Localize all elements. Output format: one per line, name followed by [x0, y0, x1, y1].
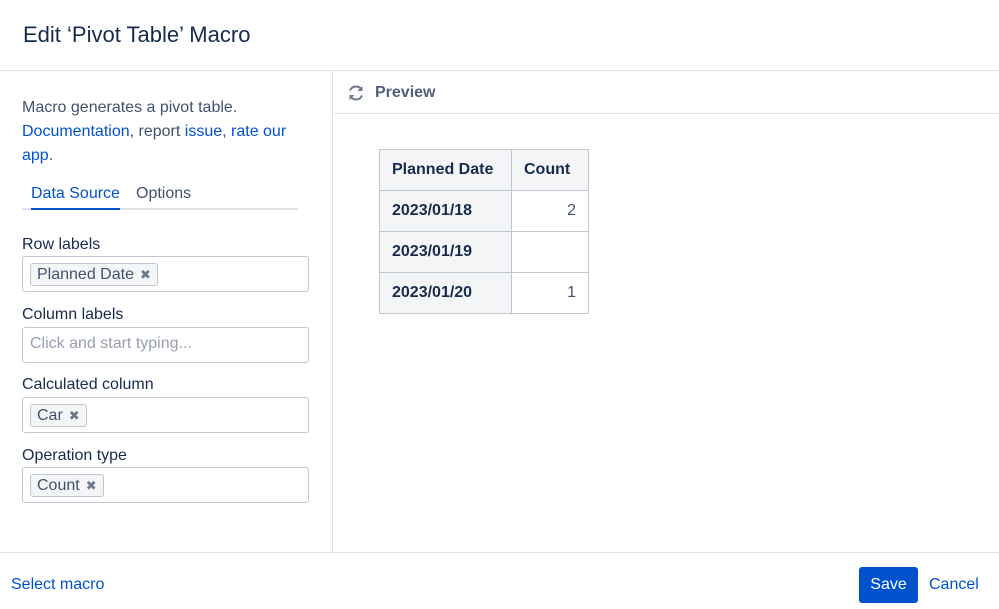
description-end: . — [48, 147, 54, 164]
dialog-title: Edit ‘Pivot Table’ Macro — [23, 22, 251, 47]
chip-remove-icon[interactable]: ✖ — [69, 405, 80, 426]
row-count: 2 — [511, 190, 589, 232]
header-count: Count — [511, 149, 589, 191]
report-issue-link[interactable]: issue — [185, 123, 222, 140]
table-header-row: Planned Date Count — [379, 149, 589, 191]
refresh-icon[interactable] — [346, 83, 366, 103]
description-separator: , report — [129, 123, 185, 140]
row-count: 1 — [511, 272, 589, 314]
dialog-footer: Select macro Save Cancel — [0, 552, 999, 609]
row-date: 2023/01/18 — [379, 190, 512, 232]
sidebar: Macro generates a pivot table. Documenta… — [0, 71, 333, 552]
row-date: 2023/01/19 — [379, 231, 512, 273]
tab-data-source[interactable]: Data Source — [31, 185, 120, 210]
calculated-column-label: Calculated column — [22, 376, 154, 393]
save-button[interactable]: Save — [859, 567, 918, 603]
calculated-column-chip: Car ✖ — [30, 404, 87, 427]
header-planned-date: Planned Date — [379, 149, 512, 191]
table-row: 2023/01/19 — [379, 231, 589, 273]
column-labels-label: Column labels — [22, 306, 124, 323]
description-text: Macro generates a pivot table. — [22, 99, 238, 116]
description-separator-2: , — [222, 123, 232, 140]
column-labels-field[interactable]: Click and start typing... — [22, 327, 309, 363]
operation-type-label: Operation type — [22, 447, 127, 464]
column-labels-placeholder: Click and start typing... — [30, 335, 192, 352]
chip-remove-icon[interactable]: ✖ — [140, 264, 151, 285]
row-label-chip: Planned Date ✖ — [30, 263, 158, 286]
chip-label: Planned Date — [37, 266, 134, 283]
row-labels-label: Row labels — [22, 236, 101, 253]
cancel-button[interactable]: Cancel — [929, 576, 979, 594]
select-macro-link[interactable]: Select macro — [11, 576, 104, 594]
chip-label: Count — [37, 477, 80, 494]
dialog-header: Edit ‘Pivot Table’ Macro — [0, 0, 999, 71]
tab-options[interactable]: Options — [136, 185, 191, 203]
documentation-link[interactable]: Documentation — [22, 123, 130, 140]
tab-bar: Data Source Options — [22, 183, 298, 210]
operation-type-field[interactable]: Count ✖ — [22, 467, 309, 503]
table-row: 2023/01/20 1 — [379, 272, 589, 314]
operation-type-chip: Count ✖ — [30, 474, 104, 497]
table-row: 2023/01/18 2 — [379, 190, 589, 232]
calculated-column-field[interactable]: Car ✖ — [22, 397, 309, 433]
row-date: 2023/01/20 — [379, 272, 512, 314]
chip-remove-icon[interactable]: ✖ — [86, 475, 97, 496]
preview-bar: Preview — [334, 71, 999, 114]
macro-description: Macro generates a pivot table. Documenta… — [22, 96, 312, 168]
row-count — [511, 231, 589, 273]
pivot-table: Planned Date Count 2023/01/18 2 2023/01/… — [379, 149, 589, 314]
row-labels-field[interactable]: Planned Date ✖ — [22, 256, 309, 292]
preview-label: Preview — [375, 84, 436, 101]
chip-label: Car — [37, 407, 63, 424]
